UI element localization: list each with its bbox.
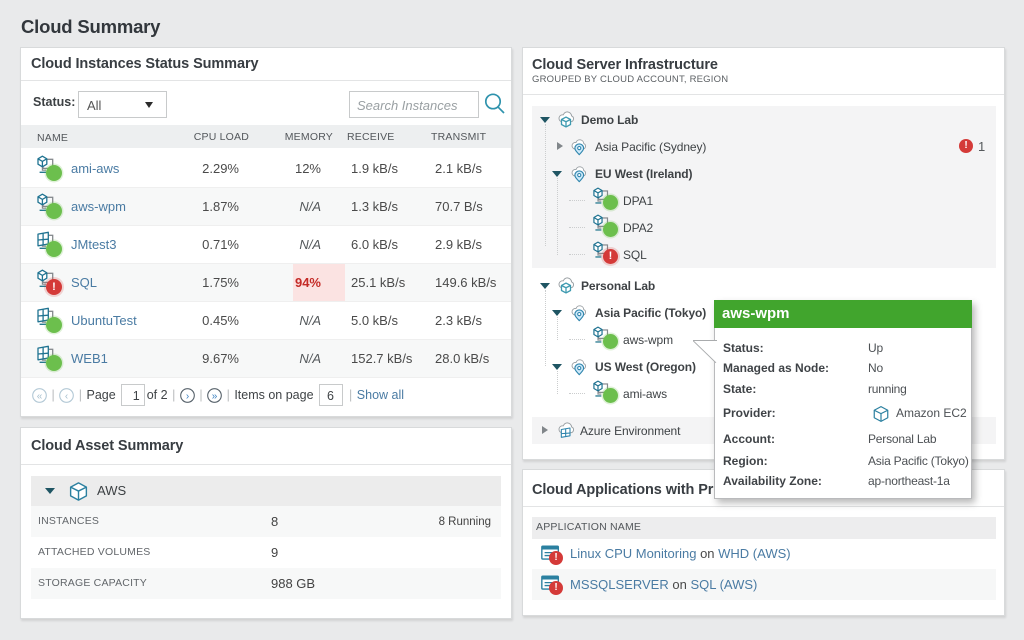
svg-text:‹: ‹: [65, 390, 68, 401]
svg-text:›: ›: [186, 390, 189, 401]
svg-text:»: »: [212, 390, 218, 401]
svg-text:«: «: [37, 390, 43, 401]
